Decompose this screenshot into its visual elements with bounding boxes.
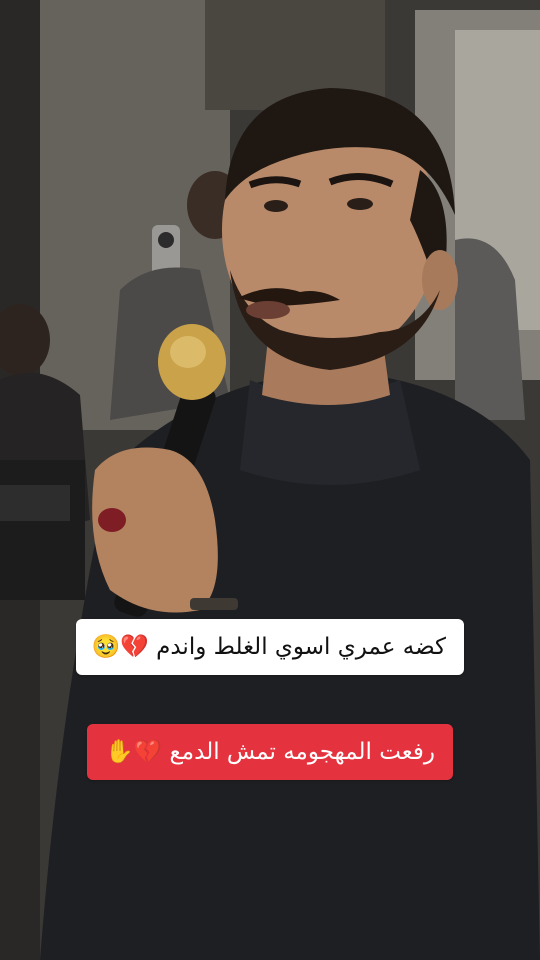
speaker-eye-left [264,200,288,212]
speaker-box [0,460,85,600]
video-scene-illustration [0,0,540,960]
wristwatch [190,598,238,610]
ring-stone [98,508,126,532]
speaker-label-plate [0,485,70,521]
video-frame [0,0,540,960]
speaker-mouth [246,301,290,319]
microphone-highlight [170,336,206,368]
speaker-eye-right [347,198,373,210]
speaker-ear [422,250,458,310]
phone-camera-lens [158,232,174,248]
